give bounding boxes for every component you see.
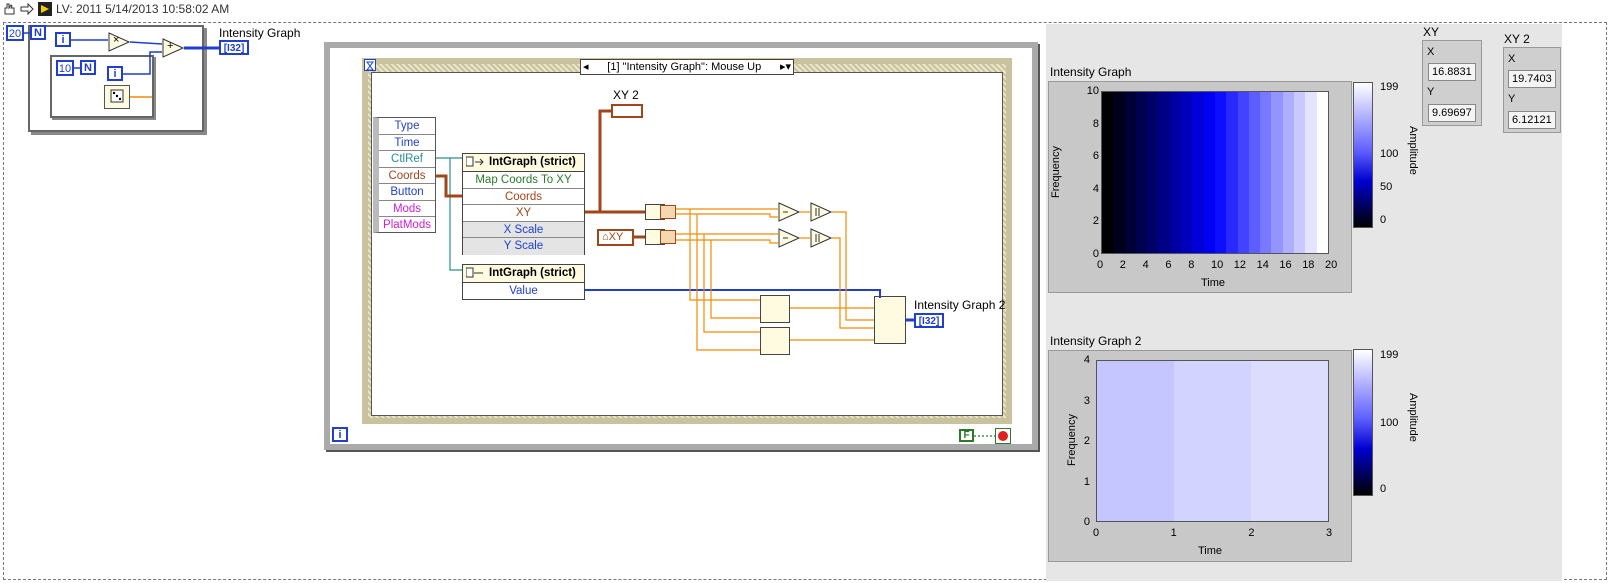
intensity-graph-cell xyxy=(1135,92,1148,253)
intensity-graph2-y-tick: 1 xyxy=(1083,475,1090,488)
intensity-graph-x-tick: 18 xyxy=(1302,259,1315,271)
intensity-graph-cell xyxy=(1271,92,1283,253)
xy2-y-value[interactable]: 6.12121 xyxy=(1508,111,1556,129)
intensity-graph-cell xyxy=(1181,92,1193,253)
intensity-graph-x-tick: 16 xyxy=(1279,259,1292,271)
intensity-graph2-cell xyxy=(1251,361,1328,521)
intensity-graph2-x-tick: 0 xyxy=(1093,527,1100,539)
intensity-graph-x-tick: 14 xyxy=(1256,259,1269,271)
intensity-graph2-y-tick: 2 xyxy=(1083,435,1090,447)
intensity-graph-cell xyxy=(1237,92,1249,253)
intensity-graph-x-title: Time xyxy=(1201,277,1226,289)
intensity-graph-plot[interactable] xyxy=(1101,91,1329,254)
xy2-indicator-label: XY 2 xyxy=(1504,32,1530,46)
xy-x-value[interactable]: 16.8831 xyxy=(1428,63,1476,81)
intensity-graph-z-tick: 0 xyxy=(1380,214,1387,226)
intensity-graph-y-tick: 6 xyxy=(1092,150,1099,163)
intensity-graph-cell xyxy=(1294,92,1306,253)
intensity-graph-cell xyxy=(1102,92,1114,253)
intensity-graph-x-tick: 0 xyxy=(1097,259,1104,271)
intensity-graph-y-tick: 8 xyxy=(1092,117,1099,130)
intensity-graph-x-tick: 4 xyxy=(1142,259,1149,271)
intensity-graph-x-tick: 6 xyxy=(1165,259,1172,271)
intensity-graph2-cell xyxy=(1097,361,1174,521)
intensity-graph-cell xyxy=(1113,92,1125,253)
intensity-graph-y-title: Frequency xyxy=(1050,146,1062,198)
intensity-graph2-z-tick: 100 xyxy=(1380,417,1399,429)
intensity-graph-cell xyxy=(1203,92,1215,253)
intensity-graph-cell xyxy=(1260,92,1272,253)
intensity-graph-x-tick: 2 xyxy=(1119,259,1126,271)
intensity-graph2-y-title: Frequency xyxy=(1066,414,1078,466)
intensity-graph2-z-tick: 199 xyxy=(1380,349,1399,361)
intensity-graph2-y-tick: 4 xyxy=(1083,354,1090,366)
intensity-graph-cell xyxy=(1282,92,1295,253)
intensity-graph2-color-ramp[interactable] xyxy=(1353,349,1373,496)
intensity-graph-cell xyxy=(1316,92,1328,253)
intensity-graph-color-ramp[interactable] xyxy=(1353,82,1373,228)
intensity-graph2-z-title: Amplitude xyxy=(1407,393,1419,442)
intensity-graph-cell xyxy=(1192,92,1204,253)
xy-indicator-label: XY xyxy=(1423,25,1440,39)
intensity-graph-cell xyxy=(1124,92,1136,253)
intensity-graph-x-tick: 12 xyxy=(1233,259,1247,271)
intensity-graph-cell xyxy=(1158,92,1170,253)
intensity-graph2-y-tick: 0 xyxy=(1083,516,1090,528)
intensity-graph-z-tick: 199 xyxy=(1380,81,1399,93)
intensity-graph-cell xyxy=(1147,92,1159,253)
intensity-graph2-x-tick: 1 xyxy=(1170,527,1177,539)
intensity-graph-y-tick: 10 xyxy=(1086,85,1099,97)
intensity-graph-x-tick: 10 xyxy=(1211,259,1224,271)
intensity-graph-cell xyxy=(1248,92,1261,253)
intensity-graph-cell xyxy=(1214,92,1227,253)
intensity-graph-z-tick: 100 xyxy=(1380,148,1399,160)
intensity-graph2-label: Intensity Graph 2 xyxy=(1050,334,1142,348)
xy2-y-label: Y xyxy=(1508,93,1516,105)
xy2-x-value[interactable]: 19.7403 xyxy=(1508,70,1556,88)
intensity-graph-x-tick: 8 xyxy=(1188,259,1195,271)
intensity-graph-y-tick: 2 xyxy=(1092,215,1099,228)
xy-y-value[interactable]: 9.69697 xyxy=(1428,104,1476,122)
intensity-graph-x-tick: 20 xyxy=(1325,259,1338,271)
intensity-graph-y-tick: 4 xyxy=(1092,182,1099,195)
event-wires xyxy=(436,109,995,437)
intensity-graph2-cell xyxy=(1174,361,1251,521)
intensity-graph2-x-title: Time xyxy=(1198,545,1223,557)
xy-y-label: Y xyxy=(1427,86,1435,98)
intensity-graph2-z-tick: 0 xyxy=(1380,483,1387,495)
intensity-graph2-x-tick: 3 xyxy=(1326,527,1333,539)
intensity-graph-z-title: Amplitude xyxy=(1407,126,1419,175)
intensity-graph-label: Intensity Graph xyxy=(1050,65,1132,79)
xy2-x-label: X xyxy=(1508,53,1516,65)
intensity-graph-cell xyxy=(1305,92,1317,253)
intensity-graph2-x-tick: 2 xyxy=(1248,527,1255,539)
intensity-graph-z-tick: 50 xyxy=(1380,181,1393,193)
intensity-graph-cell xyxy=(1169,92,1182,253)
intensity-graph-cell xyxy=(1226,92,1238,253)
xy-x-label: X xyxy=(1427,46,1435,58)
intensity-graph2-y-tick: 3 xyxy=(1083,394,1090,407)
intensity-graph2-plot[interactable] xyxy=(1096,360,1329,522)
